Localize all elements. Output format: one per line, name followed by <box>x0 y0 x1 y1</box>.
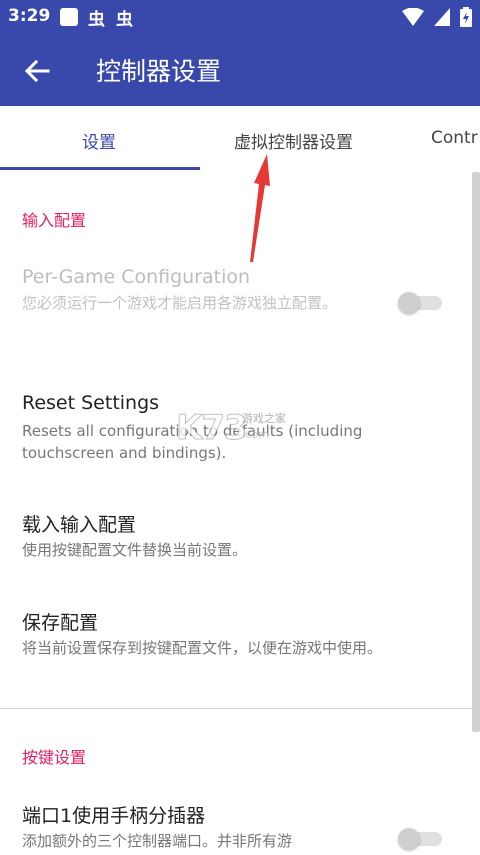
status-right <box>402 7 472 27</box>
pref-summary: 您必须运行一个游戏才能启用各游戏独立配置。 <box>22 294 338 312</box>
app-toolbar: 控制器设置 <box>0 34 480 106</box>
annotation-arrow-icon <box>250 154 270 262</box>
cellular-icon <box>434 8 450 26</box>
pref-title: 端口1使用手柄分插器 <box>22 805 206 827</box>
wifi-icon <box>402 8 424 26</box>
status-bar: 3:29 虫 虫 <box>0 0 480 34</box>
pref-title: Per-Game Configuration <box>22 266 251 288</box>
bug-notification-icon: 虫 <box>116 10 133 30</box>
notification-square-icon <box>60 8 78 26</box>
pref-title: 保存配置 <box>22 612 99 634</box>
pref-summary: 添加额外的三个控制器端口。并非所有游 <box>22 832 293 850</box>
bug-notification-icon: 虫 <box>88 10 105 30</box>
status-time: 3:29 <box>8 6 51 26</box>
pref-title: 载入输入配置 <box>22 514 137 536</box>
back-arrow-icon[interactable] <box>20 54 54 88</box>
section-divider <box>0 708 480 709</box>
pref-summary: Resets all configuration to defaults (in… <box>22 422 363 462</box>
pref-title: Reset Settings <box>22 392 160 414</box>
section-header-button-settings: 按键设置 <box>22 748 87 767</box>
switch-thumb <box>398 828 420 850</box>
pref-summary: 将当前设置保存到按键配置文件，以便在游戏中使用。 <box>22 639 383 657</box>
battery-icon <box>460 7 472 27</box>
per-game-toggle[interactable] <box>398 292 444 314</box>
tab-settings[interactable]: 设置 <box>82 128 116 153</box>
page-title: 控制器设置 <box>96 57 222 86</box>
section-header-input-config: 输入配置 <box>22 211 87 230</box>
port1-adapter-toggle[interactable] <box>398 828 444 850</box>
pref-summary: 使用按键配置文件替换当前设置。 <box>22 541 248 559</box>
scrollbar[interactable] <box>472 172 480 732</box>
switch-thumb <box>398 292 420 314</box>
tab-controller[interactable]: Contr <box>431 128 478 148</box>
